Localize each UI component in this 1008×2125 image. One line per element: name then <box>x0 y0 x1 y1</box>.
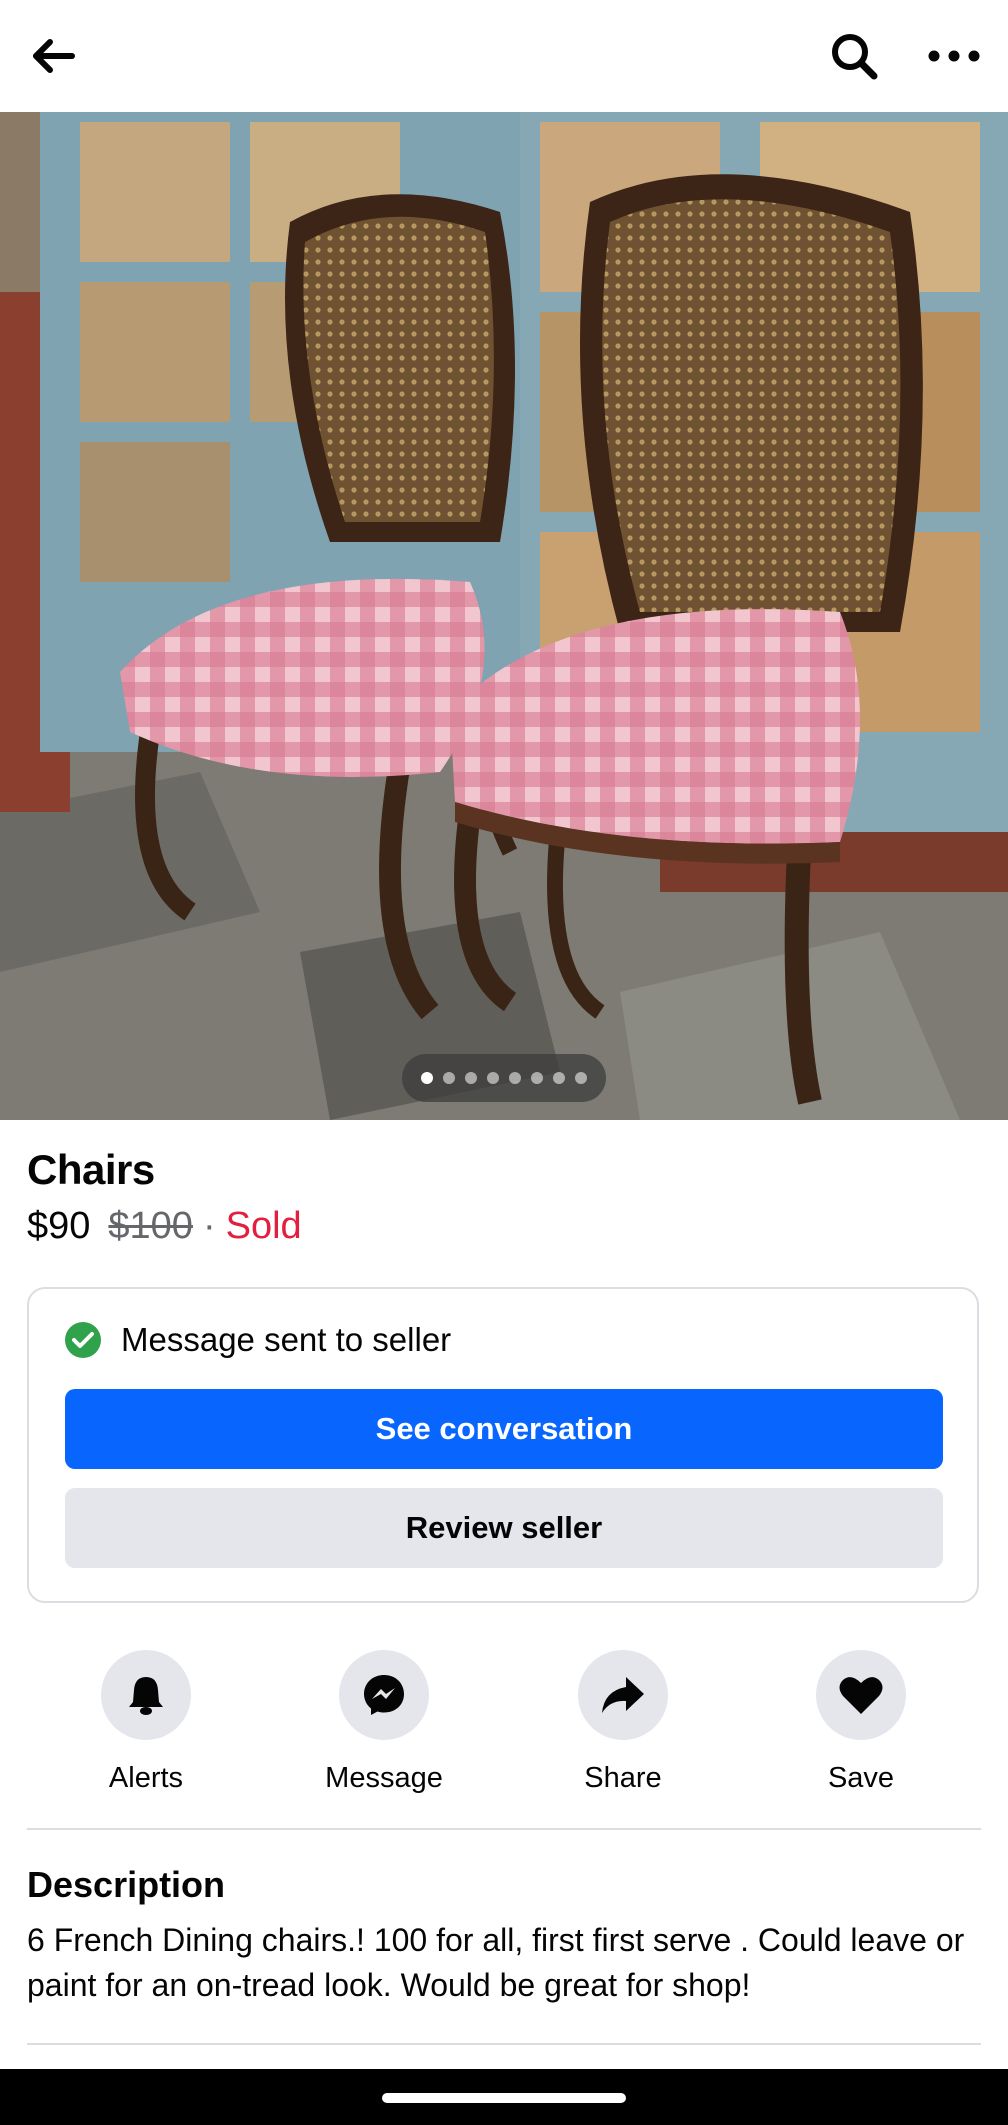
messenger-icon <box>364 1675 404 1715</box>
message-status-card: Message sent to seller See conversation … <box>27 1287 979 1603</box>
section-divider <box>27 2043 981 2045</box>
listing-photo-gallery[interactable] <box>0 112 1008 1120</box>
save-action[interactable]: Save <box>761 1650 961 1795</box>
page-dot[interactable] <box>421 1072 433 1084</box>
more-horizontal-icon <box>928 50 980 62</box>
alerts-action[interactable]: Alerts <box>46 1650 246 1795</box>
photo-page-indicator[interactable] <box>402 1054 606 1102</box>
page-dot[interactable] <box>509 1072 521 1084</box>
message-label: Message <box>325 1762 443 1794</box>
see-conversation-button[interactable]: See conversation <box>65 1389 943 1469</box>
page-dot[interactable] <box>465 1072 477 1084</box>
description-text: 6 French Dining chairs.! 100 for all, fi… <box>27 1922 965 2003</box>
home-gesture-handle[interactable] <box>382 2093 626 2103</box>
page-dot[interactable] <box>531 1072 543 1084</box>
top-app-bar <box>0 0 1008 112</box>
page-dot[interactable] <box>575 1072 587 1084</box>
share-arrow-icon <box>602 1677 644 1713</box>
search-button[interactable] <box>820 22 888 90</box>
message-status-text: Message sent to seller <box>121 1321 452 1358</box>
action-row: Alerts Message Share Save <box>0 1650 1008 1800</box>
more-options-button[interactable] <box>920 22 988 90</box>
status-badge: Sold <box>225 1205 302 1247</box>
price-separator: · <box>202 1205 216 1247</box>
message-status: Message sent to seller <box>65 1321 451 1359</box>
section-divider <box>27 1828 981 1830</box>
heart-icon <box>839 1677 883 1714</box>
alerts-label: Alerts <box>108 1762 184 1794</box>
page-dot[interactable] <box>443 1072 455 1084</box>
save-label: Save <box>827 1762 895 1794</box>
alerts-button[interactable] <box>101 1650 191 1740</box>
price-row: $90 $100 · Sold <box>27 1205 302 1248</box>
back-arrow-icon <box>33 39 75 73</box>
share-label: Share <box>584 1762 662 1794</box>
page-dot[interactable] <box>553 1072 565 1084</box>
bell-icon <box>129 1677 163 1715</box>
description-heading: Description <box>27 1864 226 1905</box>
current-price: $90 <box>27 1205 91 1247</box>
original-price: $100 <box>108 1205 193 1247</box>
back-button[interactable] <box>20 22 88 90</box>
check-circle-icon <box>65 1322 101 1358</box>
review-seller-button[interactable]: Review seller <box>65 1488 943 1568</box>
system-navigation-bar <box>0 2069 1008 2125</box>
listing-photo <box>0 112 1008 1120</box>
share-button[interactable] <box>578 1650 668 1740</box>
message-button[interactable] <box>339 1650 429 1740</box>
save-button[interactable] <box>816 1650 906 1740</box>
page-dot[interactable] <box>487 1072 499 1084</box>
message-action[interactable]: Message <box>284 1650 484 1795</box>
search-icon <box>832 34 878 80</box>
listing-title: Chairs <box>27 1146 155 1193</box>
share-action[interactable]: Share <box>523 1650 723 1795</box>
